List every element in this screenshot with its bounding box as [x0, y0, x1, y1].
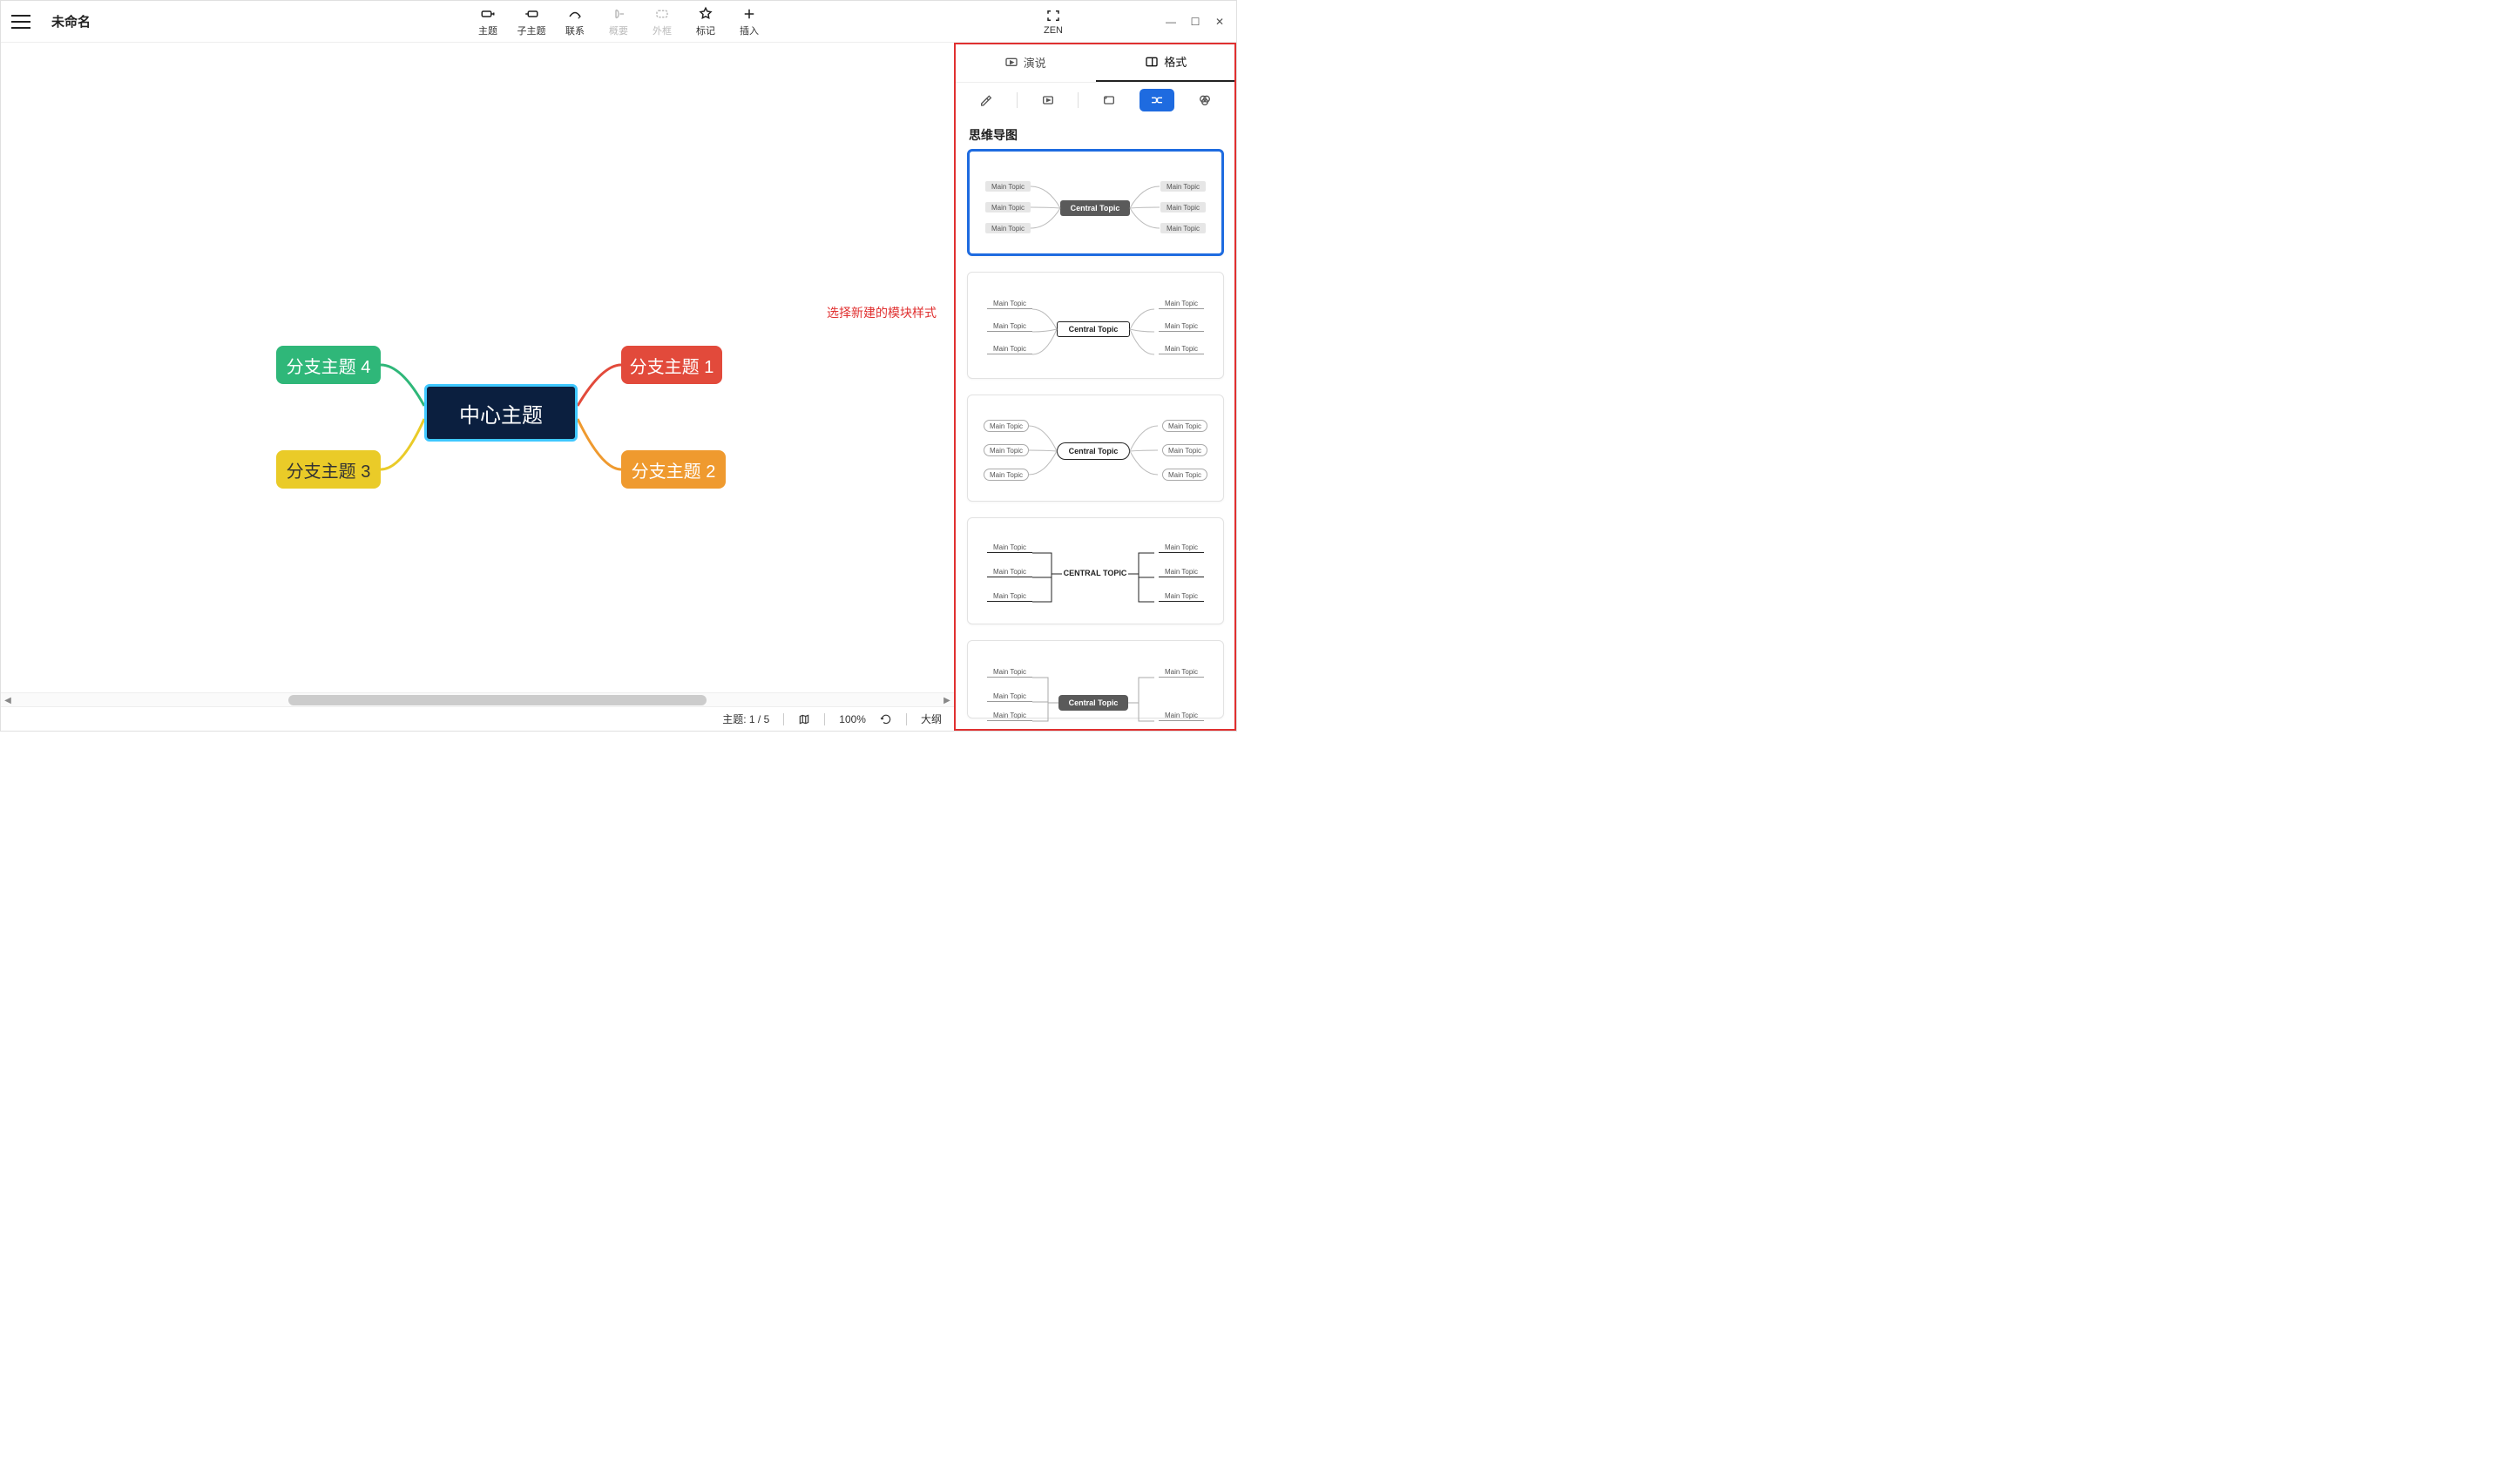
branch-topic-4[interactable]: 分支主题 4 [276, 346, 381, 384]
subtab-color[interactable] [1187, 89, 1222, 111]
zoom-level[interactable]: 100% [839, 713, 866, 725]
tab-present[interactable]: 演说 [955, 43, 1096, 82]
refresh-icon[interactable] [880, 713, 892, 725]
branch-topic-1[interactable]: 分支主题 1 [621, 346, 722, 384]
tool-zen[interactable]: ZEN [1036, 8, 1071, 36]
window-controls: ― ☐ ✕ [1165, 16, 1226, 28]
tool-summary: 概要 [598, 6, 639, 37]
subtab-play[interactable] [1031, 89, 1065, 111]
mindmap-svg [1, 43, 954, 692]
branch-topic-3[interactable]: 分支主题 3 [276, 450, 381, 489]
center-topic[interactable]: 中心主题 [424, 384, 578, 442]
style-card-1[interactable]: Central Topic Main Topic Main Topic Main… [967, 149, 1224, 256]
subtab-structure[interactable] [1140, 89, 1174, 111]
scroll-left-icon[interactable]: ◀ [1, 693, 15, 707]
map-icon[interactable] [798, 713, 810, 725]
menu-icon[interactable] [11, 15, 30, 29]
annotation-text: 选择新建的模块样式 [827, 304, 937, 321]
app-window: 未命名 主题 子主题 联系 概要 外框 [0, 0, 1237, 732]
subtab-card[interactable] [1092, 89, 1126, 111]
window-minimize-icon[interactable]: ― [1165, 16, 1177, 28]
top-toolbar: 未命名 主题 子主题 联系 概要 外框 [1, 1, 1236, 43]
tool-subtopic[interactable]: 子主题 [511, 6, 552, 37]
canvas-wrap: 中心主题 分支主题 4 分支主题 3 分支主题 1 分支主题 2 选择新建的模块… [1, 43, 954, 731]
toolbar-center: 主题 子主题 联系 概要 外框 标记 [467, 6, 770, 37]
document-title: 未命名 [51, 12, 91, 30]
window-maximize-icon[interactable]: ☐ [1189, 16, 1201, 28]
styles-list[interactable]: Central Topic Main Topic Main Topic Main… [955, 149, 1236, 731]
tool-relation[interactable]: 联系 [554, 6, 596, 37]
panel-subtabs [955, 83, 1236, 118]
window-close-icon[interactable]: ✕ [1214, 16, 1226, 28]
scroll-right-icon[interactable]: ▶ [940, 693, 954, 707]
tab-format[interactable]: 格式 [1096, 43, 1237, 82]
scroll-thumb[interactable] [288, 695, 707, 705]
tool-topic[interactable]: 主题 [467, 6, 509, 37]
tool-marker[interactable]: 标记 [685, 6, 727, 37]
body: 中心主题 分支主题 4 分支主题 3 分支主题 1 分支主题 2 选择新建的模块… [1, 43, 1236, 731]
tool-boundary: 外框 [641, 6, 683, 37]
style-card-2[interactable]: Central Topic Main Topic Main Topic Main… [967, 272, 1224, 379]
subtab-style[interactable] [969, 89, 1004, 111]
outline-button[interactable]: 大纲 [921, 712, 942, 726]
branch-topic-2[interactable]: 分支主题 2 [621, 450, 726, 489]
horizontal-scrollbar[interactable]: ◀ ▶ [1, 692, 954, 706]
topic-count: 主题: 1 / 5 [722, 712, 769, 726]
panel-heading: 思维导图 [955, 118, 1236, 149]
format-panel: 演说 格式 思维导图 Central Topi [954, 43, 1236, 731]
style-card-4[interactable]: CENTRAL TOPIC Main Topic Main Topic Main… [967, 517, 1224, 624]
style-card-5[interactable]: Central Topic Main Topic Main Topic Main… [967, 640, 1224, 718]
panel-tabs: 演说 格式 [955, 43, 1236, 83]
toolbar-right: ZEN [1036, 8, 1154, 36]
style-card-3[interactable]: Central Topic Main Topic Main Topic Main… [967, 395, 1224, 502]
status-bar: 主题: 1 / 5 100% 大纲 [1, 706, 954, 731]
canvas[interactable]: 中心主题 分支主题 4 分支主题 3 分支主题 1 分支主题 2 选择新建的模块… [1, 43, 954, 692]
tool-insert[interactable]: 插入 [728, 6, 770, 37]
